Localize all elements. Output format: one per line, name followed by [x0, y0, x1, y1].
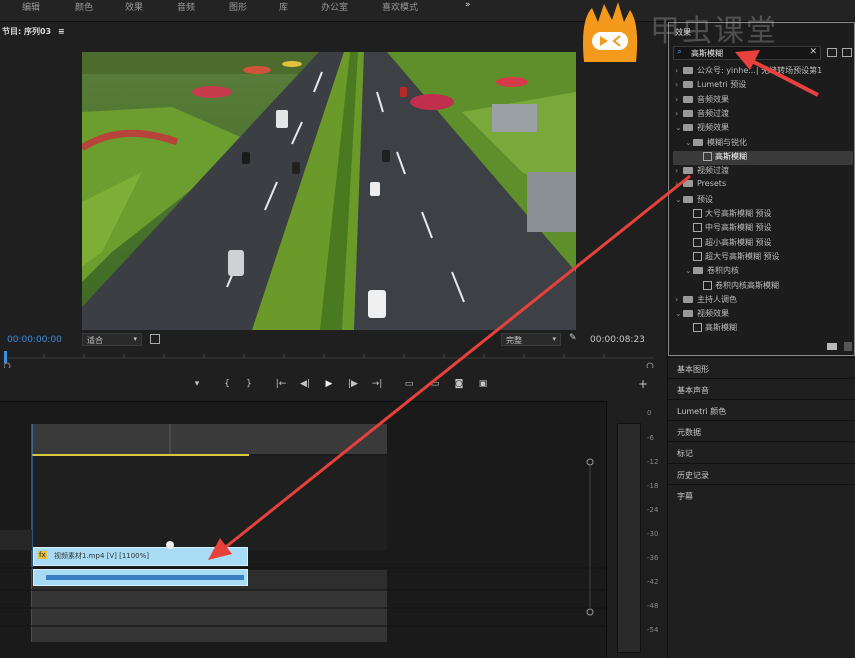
annotation-arrows	[208, 50, 819, 560]
arrow-to-search-icon	[735, 50, 819, 97]
arrow-to-clip-icon	[208, 174, 691, 560]
